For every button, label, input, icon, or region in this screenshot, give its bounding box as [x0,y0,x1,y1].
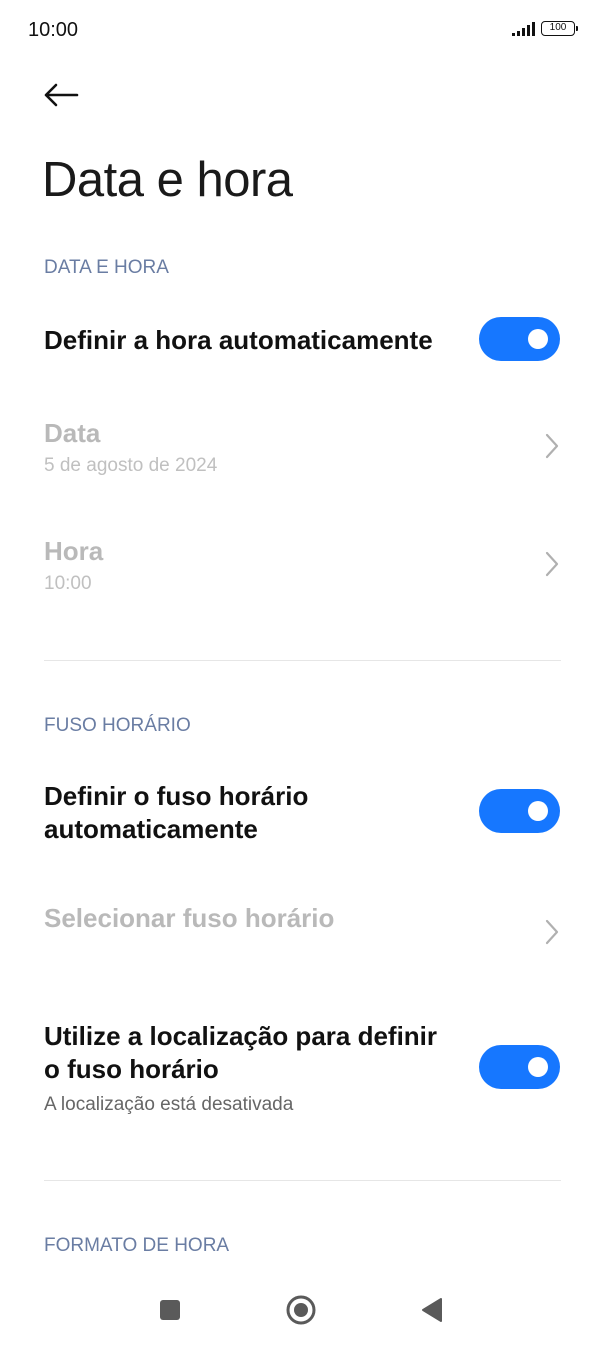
battery-icon: 100 [541,21,578,36]
auto-timezone-label-line1: Definir o fuso horário [44,781,309,811]
date-label: Data [44,418,101,448]
auto-time-toggle[interactable] [479,317,560,361]
status-time: 10:00 [28,19,79,41]
arrow-left-icon [44,83,79,107]
auto-time-row[interactable]: Definir a hora automaticamente [0,300,605,380]
auto-time-label: Definir a hora automaticamente [44,325,433,355]
recents-button[interactable] [148,1288,192,1332]
page-title: Data e hora [42,153,293,207]
home-button[interactable] [279,1288,323,1332]
use-location-row[interactable]: Utilize a localização para definir o fus… [0,1010,605,1130]
circle-home-icon [286,1295,316,1325]
status-bar: 10:00 100 [0,0,605,62]
auto-timezone-label-line2: automaticamente [44,814,258,844]
section-header-time-format: FORMATO DE HORA [44,1235,230,1256]
select-timezone-row[interactable]: Selecionar fuso horário [0,890,605,970]
nav-back-button[interactable] [410,1288,454,1332]
time-row[interactable]: Hora 10:00 [0,523,605,613]
triangle-back-icon [422,1298,442,1322]
back-button[interactable] [38,72,84,118]
section-divider [44,660,561,661]
toggle-knob [528,1057,548,1077]
status-icons: 100 [512,21,578,36]
use-location-toggle[interactable] [479,1045,560,1089]
chevron-right-icon [545,551,559,577]
section-header-timezone: FUSO HORÁRIO [44,715,191,736]
select-timezone-label: Selecionar fuso horário [44,903,335,933]
use-location-label-line2: o fuso horário [44,1054,219,1084]
toggle-knob [528,801,548,821]
auto-timezone-row[interactable]: Definir o fuso horário automaticamente [0,770,605,860]
navigation-bar [0,1270,605,1346]
use-location-subtitle: A localização está desativada [44,1094,294,1115]
battery-level: 100 [549,22,567,33]
square-recents-icon [160,1300,180,1320]
section-header-date-time: DATA E HORA [44,257,169,278]
date-value: 5 de agosto de 2024 [44,455,218,476]
time-value: 10:00 [44,573,92,594]
toggle-knob [528,329,548,349]
date-row[interactable]: Data 5 de agosto de 2024 [0,405,605,495]
time-label: Hora [44,536,104,566]
chevron-right-icon [545,433,559,459]
section-divider [44,1180,561,1181]
chevron-right-icon [545,919,559,945]
auto-timezone-toggle[interactable] [479,789,560,833]
use-location-label-line1: Utilize a localização para definir [44,1021,438,1051]
signal-bars-icon [512,21,535,36]
